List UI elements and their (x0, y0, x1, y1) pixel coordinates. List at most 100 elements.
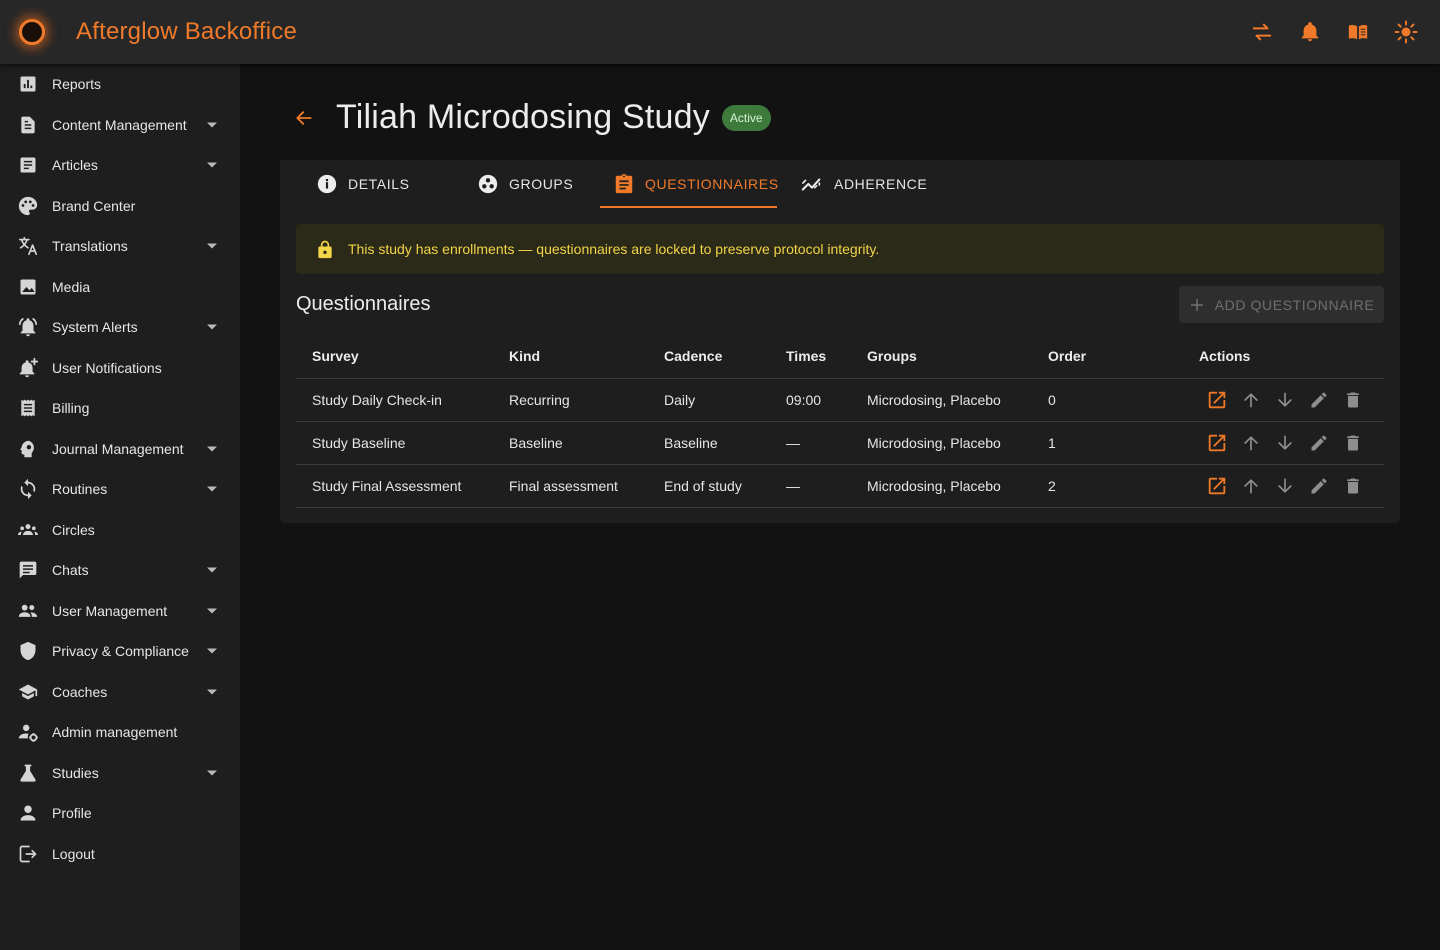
sidebar-item-label: Circles (52, 521, 95, 538)
tab-label: ADHERENCE (834, 176, 928, 192)
sidebar-item-label: User Notifications (52, 359, 162, 376)
table-cell: Study Baseline (296, 421, 493, 465)
tab-label: QUESTIONNAIRES (645, 176, 779, 192)
sidebar-item-label: User Management (52, 602, 168, 619)
table-row: Study Daily Check-in Recurring Daily 09:00 M… (296, 378, 1384, 422)
flask-icon (16, 761, 40, 785)
palette-icon (16, 194, 40, 218)
tab-questionnaires[interactable]: QUESTIONNAIRES (613, 160, 779, 208)
chevron-down-icon[interactable] (204, 117, 220, 133)
swap-icon[interactable] (1250, 20, 1274, 44)
arrow-up-icon[interactable] (1239, 474, 1263, 498)
open-external-icon[interactable] (1205, 474, 1229, 498)
add-button-label: ADD QUESTIONNAIRE (1214, 296, 1375, 313)
tab-adherence[interactable]: ADHERENCE (800, 160, 927, 208)
table-cell: Final assessment (493, 464, 648, 508)
chevron-down-icon[interactable] (204, 643, 220, 659)
arrow-down-icon[interactable] (1273, 388, 1297, 412)
sidebar-item-privacy-compliance[interactable]: Privacy & Compliance (0, 631, 240, 672)
table-row: Study Baseline Baseline Baseline — Microdosi… (296, 421, 1384, 465)
top-app-bar: Afterglow Backoffice (0, 0, 1440, 64)
chevron-down-icon[interactable] (204, 319, 220, 335)
bar-chart-icon (16, 72, 40, 96)
back-arrow-icon[interactable] (292, 106, 316, 130)
people-icon (16, 599, 40, 623)
book-open-icon[interactable] (1346, 20, 1370, 44)
open-external-icon[interactable] (1205, 431, 1229, 455)
chevron-down-icon[interactable] (204, 441, 220, 457)
trend-icon (801, 178, 821, 191)
sidebar-item-media[interactable]: Media (0, 267, 240, 308)
table-cell: Microdosing, Placebo (851, 421, 1032, 465)
sidebar-item-content-management[interactable]: Content Management (0, 105, 240, 146)
chevron-down-icon[interactable] (204, 684, 220, 700)
sidebar-item-label: Admin management (52, 724, 178, 741)
questionnaires-table: Survey Kind Cadence Times Groups Order A… (296, 335, 1384, 508)
sidebar-item-profile[interactable]: Profile (0, 793, 240, 834)
table-cell: — (770, 421, 851, 465)
edit-pencil-icon[interactable] (1307, 474, 1331, 498)
sun-icon[interactable] (1394, 20, 1418, 44)
sidebar-item-reports[interactable]: Reports (0, 64, 240, 105)
chevron-down-icon[interactable] (204, 765, 220, 781)
sidebar-item-articles[interactable]: Articles (0, 145, 240, 186)
chevron-down-icon[interactable] (204, 603, 220, 619)
delete-trash-icon[interactable] (1341, 431, 1365, 455)
arrow-up-icon[interactable] (1239, 431, 1263, 455)
notification-add-icon (16, 356, 40, 380)
image-icon (16, 275, 40, 299)
study-card: DETAILS GROUPS QUESTIONNAIRES ADHERENCE … (280, 160, 1400, 523)
sidebar-item-label: Media (52, 278, 91, 295)
tab-details[interactable]: DETAILS (316, 160, 410, 208)
row-actions (1183, 378, 1384, 422)
bell-icon[interactable] (1298, 20, 1322, 44)
table-cell: 09:00 (770, 378, 851, 422)
sidebar-item-label: Content Management (52, 116, 187, 133)
sidebar-item-label: Reports (52, 76, 102, 93)
table-cell: 0 (1032, 378, 1183, 422)
sidebar-item-label: Billing (52, 400, 90, 417)
chevron-down-icon[interactable] (204, 481, 220, 497)
col-cadence: Cadence (648, 335, 770, 379)
table-cell: Microdosing, Placebo (851, 378, 1032, 422)
sync-icon (16, 477, 40, 501)
sidebar-item-logout[interactable]: Logout (0, 834, 240, 875)
sidebar-item-admin-management[interactable]: Admin management (0, 712, 240, 753)
person-icon (16, 801, 40, 825)
chevron-down-icon[interactable] (204, 238, 220, 254)
arrow-up-icon[interactable] (1239, 388, 1263, 412)
chevron-down-icon[interactable] (204, 157, 220, 173)
sidebar-item-billing[interactable]: Billing (0, 388, 240, 429)
open-external-icon[interactable] (1205, 388, 1229, 412)
arrow-down-icon[interactable] (1273, 431, 1297, 455)
arrow-down-icon[interactable] (1273, 474, 1297, 498)
table-cell: End of study (648, 464, 770, 508)
sidebar-item-user-notifications[interactable]: User Notifications (0, 348, 240, 389)
sidebar-item-chats[interactable]: Chats (0, 550, 240, 591)
sidebar-item-system-alerts[interactable]: System Alerts (0, 307, 240, 348)
sidebar-item-coaches[interactable]: Coaches (0, 672, 240, 713)
sidebar-item-journal-management[interactable]: Journal Management (0, 429, 240, 470)
delete-trash-icon[interactable] (1341, 474, 1365, 498)
sidebar-item-brand-center[interactable]: Brand Center (0, 186, 240, 227)
sidebar-item-circles[interactable]: Circles (0, 510, 240, 551)
sidebar-item-translations[interactable]: Translations (0, 226, 240, 267)
edit-pencil-icon[interactable] (1307, 431, 1331, 455)
tab-bar: DETAILS GROUPS QUESTIONNAIRES ADHERENCE (280, 160, 1400, 208)
delete-trash-icon[interactable] (1341, 388, 1365, 412)
sidebar-item-user-management[interactable]: User Management (0, 591, 240, 632)
plus-icon (1190, 298, 1203, 311)
sidebar-item-label: Privacy & Compliance (52, 643, 189, 660)
alert-text: This study has enrollments — questionnai… (348, 241, 880, 257)
sidebar-item-studies[interactable]: Studies (0, 753, 240, 794)
chevron-down-icon[interactable] (204, 562, 220, 578)
edit-pencil-icon[interactable] (1307, 388, 1331, 412)
tab-groups[interactable]: GROUPS (477, 160, 573, 208)
add-questionnaire-button[interactable]: ADD QUESTIONNAIRE (1179, 286, 1384, 323)
sidebar-item-label: Translations (52, 238, 128, 255)
lock-icon (314, 238, 336, 260)
sidebar-item-routines[interactable]: Routines (0, 469, 240, 510)
col-actions: Actions (1183, 335, 1384, 379)
psychology-icon (16, 437, 40, 461)
section-title: Questionnaires (296, 293, 431, 315)
